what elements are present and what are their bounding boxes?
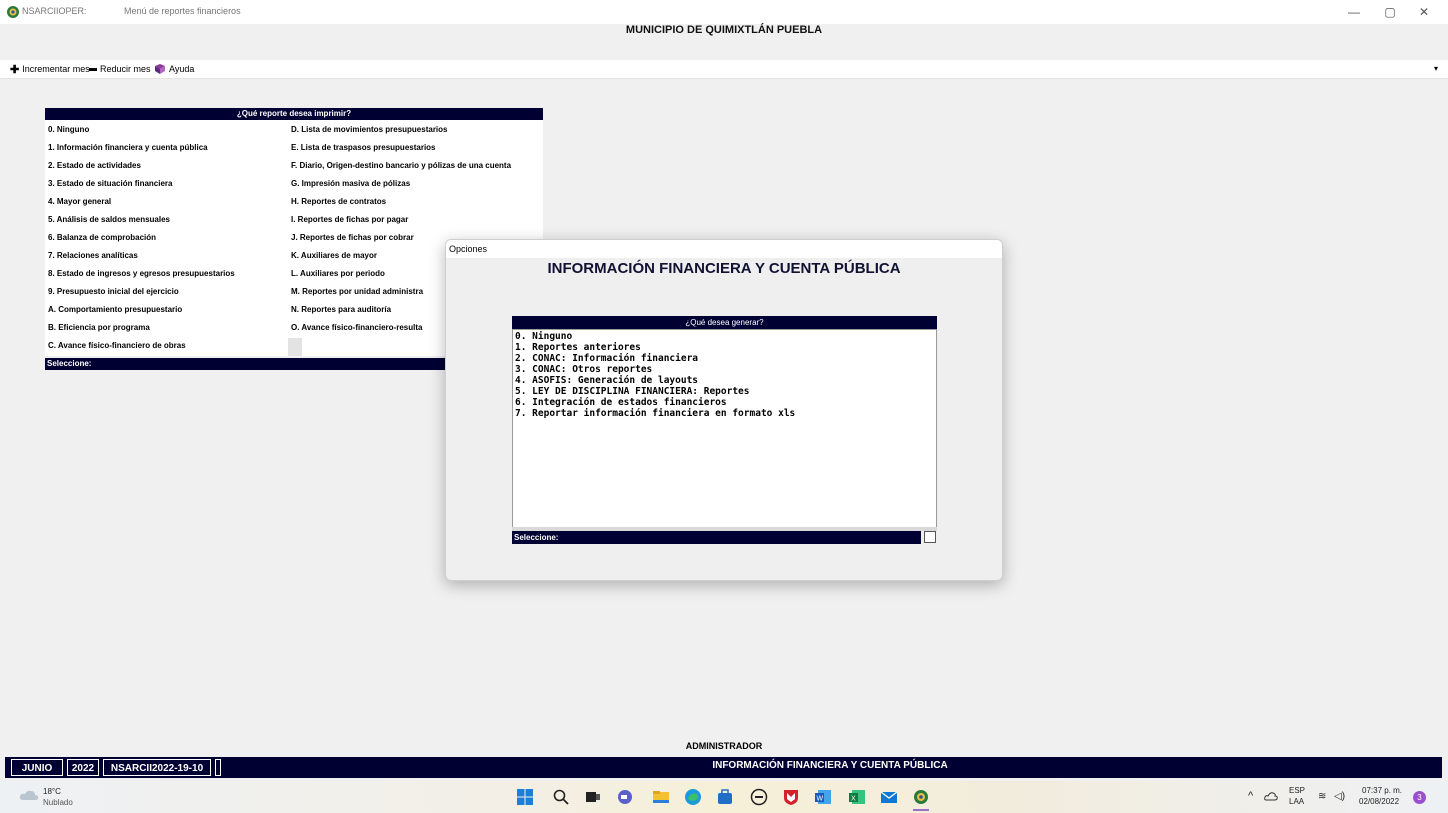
close-button[interactable]: ✕ bbox=[1410, 3, 1438, 21]
report-option-9[interactable]: 9. Presupuesto inicial del ejercicio bbox=[48, 287, 179, 296]
task-view-icon[interactable] bbox=[584, 788, 602, 806]
weather-temp[interactable]: 18°C bbox=[43, 787, 61, 796]
speaker-icon[interactable]: ◁) bbox=[1334, 791, 1345, 802]
report-option-c[interactable]: C. Avance físico-financiero de obras bbox=[48, 341, 186, 350]
generate-option-7[interactable]: 7. Reportar información financiera en fo… bbox=[515, 408, 795, 419]
report-option-h[interactable]: H. Reportes de contratos bbox=[291, 197, 386, 206]
generate-option-3[interactable]: 3. CONAC: Otros reportes bbox=[515, 364, 652, 375]
report-option-f[interactable]: F. Diario, Origen-destino bancario y pól… bbox=[291, 161, 511, 170]
report-option-1[interactable]: 1. Información financiera y cuenta públi… bbox=[48, 143, 208, 152]
report-option-3[interactable]: 3. Estado de situación financiera bbox=[48, 179, 172, 188]
options-list-header: ¿Qué desea generar? bbox=[512, 316, 937, 329]
status-spacer bbox=[215, 759, 221, 776]
report-option-0[interactable]: 0. Ninguno bbox=[48, 125, 89, 134]
generate-option-1[interactable]: 1. Reportes anteriores bbox=[515, 342, 641, 353]
current-user: ADMINISTRADOR bbox=[685, 741, 763, 751]
title-bar: NSARCIIOPER: Menú de reportes financiero… bbox=[0, 0, 1448, 24]
nsarcii-app-icon[interactable] bbox=[912, 788, 930, 806]
options-dialog: Opciones INFORMACIÓN FINANCIERA Y CUENTA… bbox=[445, 239, 1003, 581]
report-option-g[interactable]: G. Impresión masiva de pólizas bbox=[291, 179, 410, 188]
input-language[interactable]: ESP bbox=[1289, 786, 1305, 795]
help-book-icon bbox=[155, 64, 165, 74]
store-icon[interactable] bbox=[716, 788, 734, 806]
status-month: JUNIO bbox=[11, 759, 63, 776]
generate-option-0[interactable]: 0. Ninguno bbox=[515, 331, 572, 342]
report-option-m[interactable]: M. Reportes por unidad administra bbox=[291, 287, 423, 296]
generate-option-4[interactable]: 4. ASOFIS: Generación de layouts bbox=[515, 375, 698, 386]
dell-icon[interactable] bbox=[750, 788, 768, 806]
toolbar-overflow-icon[interactable]: ▾ bbox=[1434, 64, 1438, 73]
report-menu-header: ¿Qué reporte desea imprimir? bbox=[45, 108, 543, 120]
status-database: NSARCII2022-19-10 bbox=[103, 759, 211, 776]
help-label: Ayuda bbox=[169, 64, 195, 74]
file-explorer-icon[interactable] bbox=[652, 788, 670, 806]
report-option-j[interactable]: J. Reportes de fichas por cobrar bbox=[291, 233, 414, 242]
status-year: 2022 bbox=[67, 759, 99, 776]
status-bar: JUNIO 2022 NSARCII2022-19-10 INFORMACIÓN… bbox=[5, 757, 1442, 778]
tray-chevron-icon[interactable]: ^ bbox=[1248, 790, 1253, 802]
clock-time[interactable]: 07:37 p. m. bbox=[1362, 786, 1402, 795]
notification-badge[interactable]: 3 bbox=[1413, 791, 1426, 804]
generate-option-6[interactable]: 6. Integración de estados financieros bbox=[515, 397, 727, 408]
window-title: Menú de reportes financieros bbox=[124, 6, 241, 16]
generate-option-5[interactable]: 5. LEY DE DISCIPLINA FINANCIERA: Reporte… bbox=[515, 386, 750, 397]
options-checkbox[interactable] bbox=[924, 531, 936, 543]
report-option-2[interactable]: 2. Estado de actividades bbox=[48, 161, 141, 170]
report-option-5[interactable]: 5. Análisis de saldos mensuales bbox=[48, 215, 170, 224]
keyboard-layout[interactable]: LAA bbox=[1289, 797, 1304, 806]
menu-empty-cell bbox=[288, 338, 302, 356]
windows-taskbar: 18°C Nublado W X ^ ESP LAA ≋ ◁) 07:37 p.… bbox=[0, 781, 1448, 813]
excel-icon[interactable]: X bbox=[848, 788, 866, 806]
weather-desc[interactable]: Nublado bbox=[43, 798, 73, 807]
report-option-4[interactable]: 4. Mayor general bbox=[48, 197, 111, 206]
report-option-7[interactable]: 7. Relaciones analíticas bbox=[48, 251, 138, 260]
minimize-button[interactable]: — bbox=[1340, 3, 1368, 21]
word-icon[interactable]: W bbox=[814, 788, 832, 806]
decrement-month-button[interactable]: Reducir mes bbox=[89, 63, 151, 75]
mcafee-icon[interactable] bbox=[782, 788, 800, 806]
generate-option-2[interactable]: 2. CONAC: Información financiera bbox=[515, 353, 698, 364]
svg-text:X: X bbox=[851, 796, 856, 803]
decrement-month-label: Reducir mes bbox=[100, 64, 151, 74]
status-module: INFORMACIÓN FINANCIERA Y CUENTA PÚBLICA bbox=[712, 760, 948, 771]
search-icon[interactable] bbox=[552, 788, 570, 806]
minus-icon bbox=[89, 67, 97, 71]
report-option-k[interactable]: K. Auxiliares de mayor bbox=[291, 251, 377, 260]
report-option-l[interactable]: L. Auxiliares por periodo bbox=[291, 269, 385, 278]
options-select-input[interactable]: Seleccione: bbox=[512, 531, 921, 544]
report-option-i[interactable]: I. Reportes de fichas por pagar bbox=[291, 215, 408, 224]
svg-text:W: W bbox=[817, 796, 824, 803]
maximize-button[interactable]: ▢ bbox=[1376, 3, 1404, 21]
report-menu-column-1: 0. Ninguno 1. Información financiera y c… bbox=[45, 120, 288, 356]
report-option-a[interactable]: A. Comportamiento presupuestario bbox=[48, 305, 182, 314]
mail-icon[interactable] bbox=[880, 788, 898, 806]
chat-icon[interactable] bbox=[616, 788, 634, 806]
report-option-e[interactable]: E. Lista de traspasos presupuestarios bbox=[291, 143, 436, 152]
dialog-heading: INFORMACIÓN FINANCIERA Y CUENTA PÚBLICA bbox=[547, 260, 901, 277]
app-name: NSARCIIOPER: bbox=[22, 6, 87, 16]
report-select-label: Seleccione: bbox=[47, 359, 92, 368]
report-option-n[interactable]: N. Reportes para auditoría bbox=[291, 305, 391, 314]
report-option-8[interactable]: 8. Estado de ingresos y egresos presupue… bbox=[48, 269, 235, 278]
increment-month-button[interactable]: ✚ Incrementar mes bbox=[10, 63, 90, 76]
increment-month-label: Incrementar mes bbox=[22, 64, 90, 74]
municipality-title: MUNICIPIO DE QUIMIXTLÁN PUEBLA bbox=[625, 24, 823, 36]
report-option-b[interactable]: B. Eficiencia por programa bbox=[48, 323, 150, 332]
options-list[interactable]: 0. Ninguno 1. Reportes anteriores 2. CON… bbox=[512, 329, 937, 528]
help-button[interactable]: Ayuda bbox=[154, 63, 194, 75]
report-option-o[interactable]: O. Avance físico-financiero-resulta bbox=[291, 323, 422, 332]
report-option-6[interactable]: 6. Balanza de comprobación bbox=[48, 233, 156, 242]
cloud-icon bbox=[19, 790, 39, 800]
active-app-indicator bbox=[913, 809, 929, 811]
clock-date[interactable]: 02/08/2022 bbox=[1359, 797, 1399, 806]
toolbar: ✚ Incrementar mes Reducir mes Ayuda ▾ bbox=[0, 60, 1448, 79]
start-icon[interactable] bbox=[516, 788, 534, 806]
plus-icon: ✚ bbox=[10, 63, 20, 76]
edge-icon[interactable] bbox=[684, 788, 702, 806]
app-logo-icon bbox=[7, 6, 19, 18]
report-option-d[interactable]: D. Lista de movimientos presupuestarios bbox=[291, 125, 447, 134]
onedrive-icon[interactable] bbox=[1264, 791, 1278, 801]
dialog-title: Opciones bbox=[446, 240, 1002, 258]
wifi-icon[interactable]: ≋ bbox=[1318, 791, 1326, 802]
